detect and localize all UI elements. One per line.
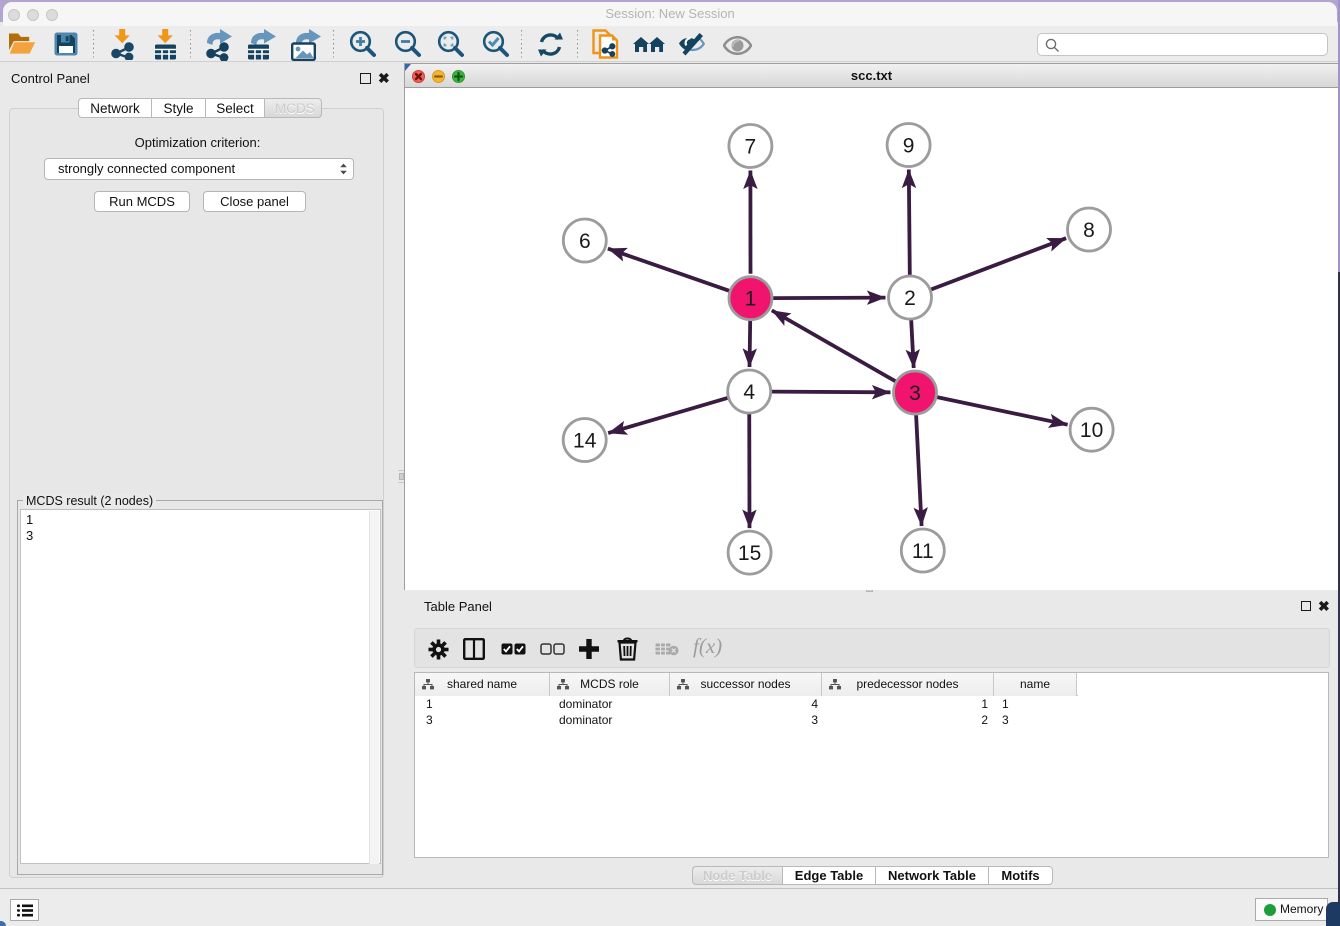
svg-text:8: 8	[1083, 219, 1095, 242]
svg-text:2: 2	[904, 287, 916, 310]
svg-text:6: 6	[579, 230, 591, 253]
svg-text:14: 14	[573, 430, 597, 453]
svg-text:15: 15	[738, 542, 761, 565]
svg-text:11: 11	[912, 540, 934, 563]
svg-text:10: 10	[1080, 419, 1103, 442]
svg-text:1: 1	[745, 288, 757, 311]
svg-text:4: 4	[743, 381, 755, 404]
svg-text:9: 9	[903, 135, 915, 158]
svg-text:7: 7	[745, 136, 757, 159]
svg-text:3: 3	[909, 382, 921, 405]
